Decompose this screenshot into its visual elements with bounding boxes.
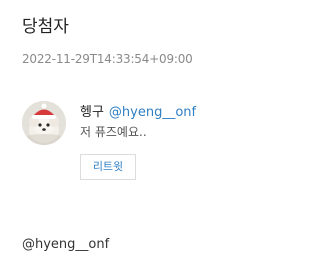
- winner-handle: @hyeng__onf: [22, 237, 110, 252]
- avatar-photo-icon: [22, 101, 66, 145]
- comment-user-name: 헹구: [80, 105, 104, 120]
- page-title: 당첨자: [22, 17, 69, 37]
- comment-text: 저 퓨즈예요..: [80, 125, 147, 139]
- comment-header: 헹구 @hyeng__onf: [80, 104, 196, 122]
- avatar[interactable]: [22, 101, 66, 145]
- timestamp: 2022-11-29T14:33:54+09:00: [22, 52, 193, 66]
- retweet-button[interactable]: 리트윗: [80, 154, 136, 180]
- comment-user-handle[interactable]: @hyeng__onf: [109, 105, 196, 120]
